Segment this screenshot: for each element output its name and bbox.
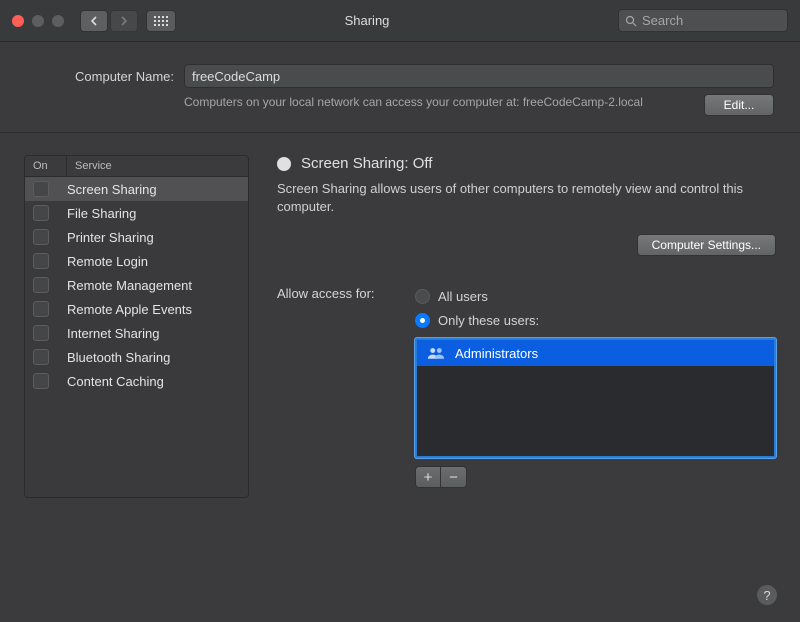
service-row[interactable]: Screen Sharing [25,177,248,201]
user-list[interactable]: Administrators [415,338,776,458]
nav-buttons [80,10,138,32]
detail-title: Screen Sharing: Off [301,155,432,172]
radio-group: All users Only these users: Administrato [415,284,776,488]
service-checkbox[interactable] [33,301,49,317]
service-row[interactable]: File Sharing [25,201,248,225]
user-label: Administrators [455,346,538,361]
service-checkbox[interactable] [33,373,49,389]
main-content: On Service Screen Sharing File Sharing Pri… [0,133,800,520]
radio-all-users-label: All users [438,289,488,304]
service-label: Remote Apple Events [67,302,192,317]
search-placeholder: Search [642,13,683,28]
service-row[interactable]: Remote Apple Events [25,297,248,321]
detail-pane: Screen Sharing: Off Screen Sharing allow… [277,155,776,498]
user-list-row[interactable]: Administrators [417,340,774,366]
service-label: File Sharing [67,206,136,221]
computer-settings-button[interactable]: Computer Settings... [637,234,776,256]
help-button[interactable]: ? [756,584,778,606]
forward-button[interactable] [110,10,138,32]
service-label: Bluetooth Sharing [67,350,170,365]
service-label: Internet Sharing [67,326,160,341]
service-row[interactable]: Remote Management [25,273,248,297]
service-table: On Service Screen Sharing File Sharing Pri… [24,155,249,498]
service-checkbox[interactable] [33,325,49,341]
add-user-button[interactable]: + [415,466,441,488]
users-icon [427,346,445,360]
service-row[interactable]: Content Caching [25,369,248,393]
radio-only-users-label: Only these users: [438,313,539,328]
service-checkbox[interactable] [33,277,49,293]
computer-name-description: Computers on your local network can acce… [184,94,688,116]
status-indicator [277,157,291,171]
traffic-lights [12,15,64,27]
service-label: Content Caching [67,374,164,389]
minimize-button[interactable] [32,15,44,27]
remove-user-button[interactable]: − [441,466,467,488]
radio-button-selected [415,313,430,328]
search-icon [625,15,637,27]
access-section: Allow access for: All users Only these u… [277,284,776,488]
close-button[interactable] [12,15,24,27]
service-table-body: Screen Sharing File Sharing Printer Sharin… [25,177,248,497]
radio-only-users[interactable]: Only these users: [415,308,776,332]
titlebar: Sharing Search [0,0,800,42]
service-table-header: On Service [25,156,248,177]
back-button[interactable] [80,10,108,32]
chevron-left-icon [90,16,98,26]
radio-button [415,289,430,304]
maximize-button[interactable] [52,15,64,27]
service-row[interactable]: Printer Sharing [25,225,248,249]
col-on: On [25,156,67,176]
service-row[interactable]: Remote Login [25,249,248,273]
service-row[interactable]: Internet Sharing [25,321,248,345]
service-row[interactable]: Bluetooth Sharing [25,345,248,369]
service-checkbox[interactable] [33,349,49,365]
computer-name-label: Computer Name: [26,69,174,84]
window-title: Sharing [116,13,618,28]
computer-name-input[interactable] [184,64,774,88]
computer-name-section: Computer Name: Computers on your local n… [0,42,800,133]
service-label: Remote Management [67,278,192,293]
access-label: Allow access for: [277,284,407,301]
service-label: Remote Login [67,254,148,269]
service-checkbox[interactable] [33,205,49,221]
service-label: Printer Sharing [67,230,154,245]
service-label: Screen Sharing [67,182,157,197]
edit-button[interactable]: Edit... [704,94,774,116]
add-remove-buttons: + − [415,466,776,488]
service-checkbox[interactable] [33,229,49,245]
detail-description: Screen Sharing allows users of other com… [277,180,776,216]
service-checkbox[interactable] [33,253,49,269]
chevron-right-icon [120,16,128,26]
service-checkbox[interactable] [33,181,49,197]
search-field[interactable]: Search [618,9,788,32]
radio-all-users[interactable]: All users [415,284,776,308]
col-service: Service [67,156,248,176]
